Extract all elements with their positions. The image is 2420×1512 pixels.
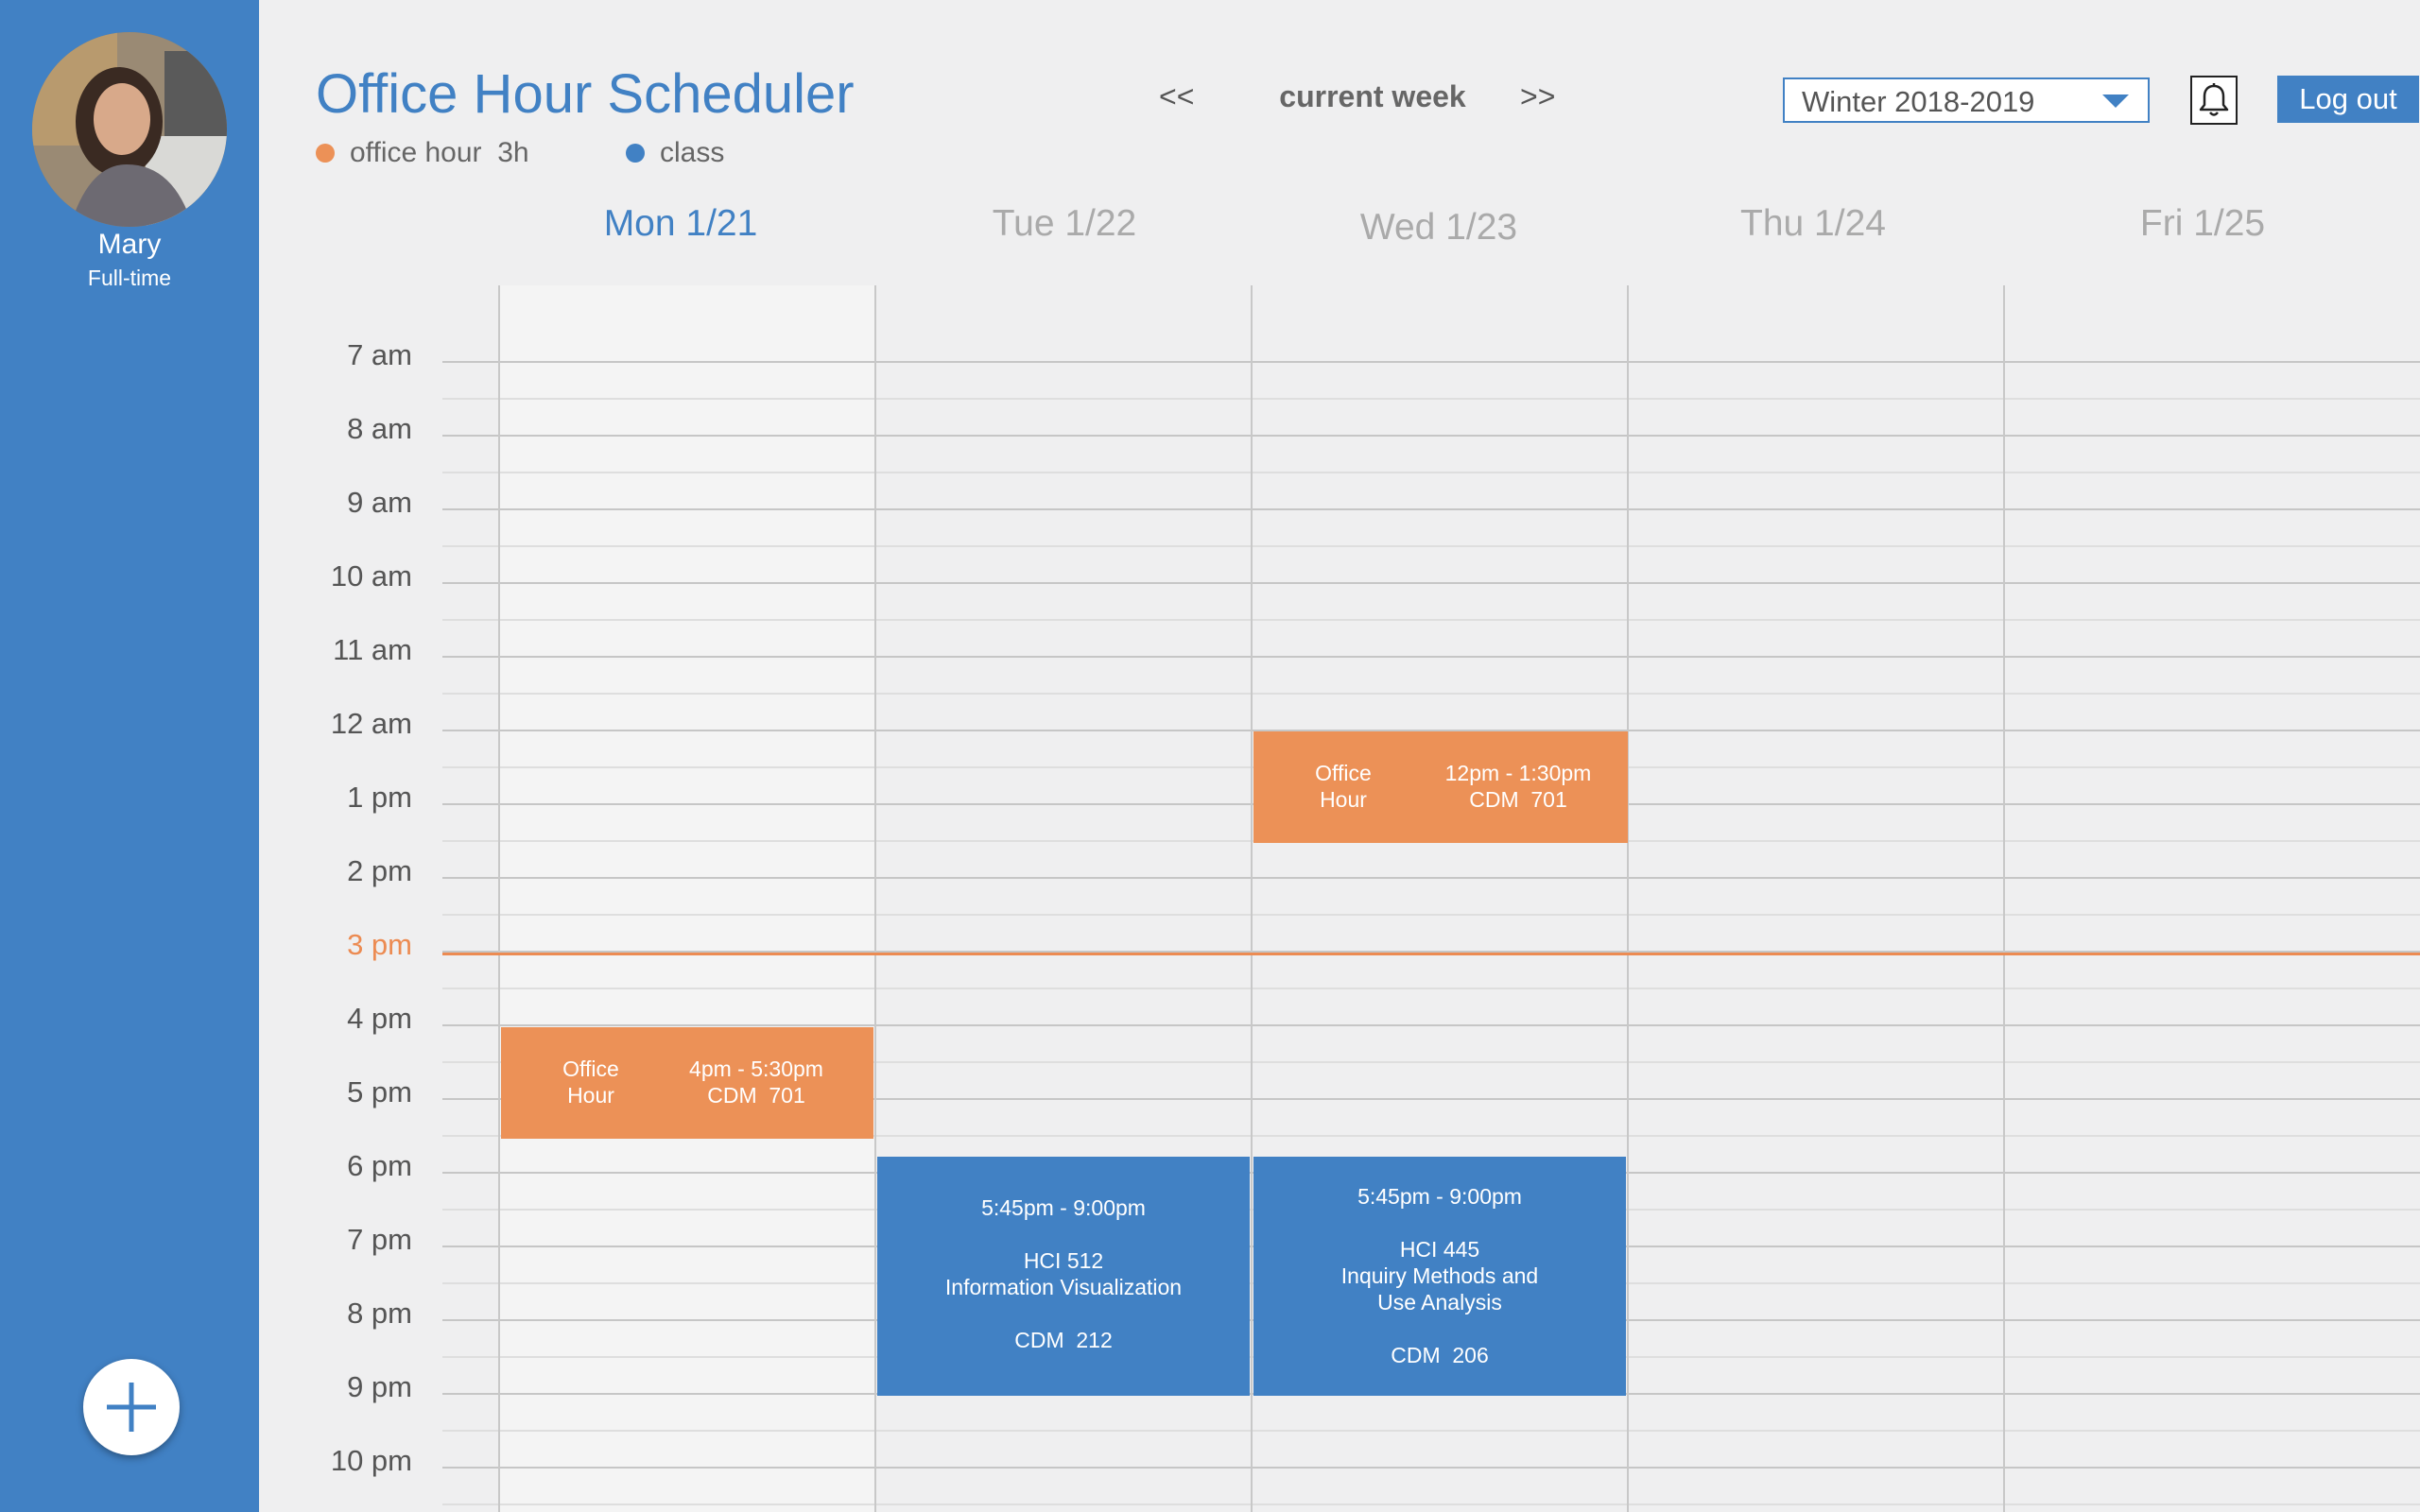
hour-gridline bbox=[442, 1467, 2420, 1469]
column-divider bbox=[2003, 285, 2005, 1512]
time-label: 2 pm bbox=[347, 854, 412, 887]
time-label: 9 pm bbox=[347, 1370, 412, 1403]
half-hour-gridline bbox=[442, 472, 2420, 473]
time-label: 10 am bbox=[330, 559, 412, 593]
column-divider bbox=[1251, 285, 1253, 1512]
current-time-line bbox=[442, 953, 2420, 955]
hour-gridline bbox=[442, 508, 2420, 510]
next-week-button[interactable]: >> bbox=[1520, 79, 1555, 114]
half-hour-gridline bbox=[442, 693, 2420, 695]
previous-week-button[interactable]: << bbox=[1159, 79, 1194, 114]
office-hour-dot bbox=[316, 144, 335, 163]
today-column bbox=[499, 285, 875, 1512]
notifications-button[interactable] bbox=[2190, 76, 2238, 125]
event-room: CDM 206 bbox=[1391, 1343, 1489, 1367]
hour-gridline bbox=[442, 656, 2420, 658]
event-time: 5:45pm - 9:00pm bbox=[981, 1195, 1146, 1220]
half-hour-gridline bbox=[442, 914, 2420, 916]
time-label: 6 pm bbox=[347, 1149, 412, 1182]
user-name: Mary bbox=[97, 229, 162, 260]
event-type-line1: Office bbox=[562, 1057, 619, 1081]
time-label: 8 am bbox=[347, 412, 412, 445]
half-hour-gridline bbox=[442, 1430, 2420, 1432]
day-header-tue[interactable]: Tue 1/22 bbox=[875, 203, 1253, 245]
event-room: CDM 701 bbox=[707, 1083, 805, 1108]
time-label: 9 am bbox=[347, 486, 412, 519]
day-header-thu[interactable]: Thu 1/24 bbox=[1624, 203, 2002, 245]
legend-office-hour: office hour 3h bbox=[316, 137, 529, 169]
event-time: 12pm - 1:30pm bbox=[1444, 761, 1592, 785]
event-course-title-cont: Use Analysis bbox=[1377, 1290, 1502, 1314]
event-course-title: Inquiry Methods and bbox=[1340, 1263, 1539, 1288]
legend-class-label: class bbox=[660, 137, 725, 168]
user-role: Full-time bbox=[87, 266, 172, 290]
event-time: 4pm - 5:30pm bbox=[689, 1057, 823, 1081]
calendar-grid: 7 am 8 am 9 am 10 am 11 am 12 am 1 pm 2 pm 3 pm 4… bbox=[259, 285, 2420, 1512]
week-label: current week bbox=[1279, 79, 1466, 113]
event-type-line2: Hour bbox=[567, 1083, 614, 1108]
legend-office-label: office hour 3h bbox=[350, 137, 529, 168]
half-hour-gridline bbox=[442, 619, 2420, 621]
time-label: 7 am bbox=[347, 338, 412, 371]
column-divider bbox=[874, 285, 876, 1512]
hour-gridline bbox=[442, 877, 2420, 879]
class-dot bbox=[626, 144, 645, 163]
time-label: 3 pm bbox=[347, 928, 412, 961]
bell-icon bbox=[2199, 83, 2229, 116]
day-header-fri[interactable]: Fri 1/25 bbox=[2014, 203, 2392, 245]
event-office-hour-wed[interactable]: Office Hour 12pm - 1:30pm CDM 701 bbox=[1253, 731, 1628, 843]
header: Office Hour Scheduler office hour 3h cla… bbox=[259, 0, 2420, 285]
hour-gridline bbox=[442, 582, 2420, 584]
legend-class: class bbox=[626, 137, 724, 169]
time-label: 8 pm bbox=[347, 1297, 412, 1330]
add-office-hour-button[interactable] bbox=[83, 1359, 180, 1455]
day-header-wed[interactable]: Wed 1/23 bbox=[1250, 207, 1628, 249]
time-label: 11 am bbox=[333, 633, 412, 666]
event-class-wed[interactable]: 5:45pm - 9:00pm HCI 445 Inquiry Methods … bbox=[1253, 1157, 1626, 1396]
time-label: 1 pm bbox=[347, 781, 412, 814]
time-label: 4 pm bbox=[347, 1002, 412, 1035]
time-label: 5 pm bbox=[347, 1075, 412, 1108]
column-divider bbox=[498, 285, 500, 1512]
event-type-line2: Hour bbox=[1320, 787, 1367, 812]
event-type-line1: Office bbox=[1315, 761, 1372, 785]
hour-gridline bbox=[442, 435, 2420, 437]
half-hour-gridline bbox=[442, 1503, 2420, 1505]
avatar-photo bbox=[32, 32, 227, 227]
hour-gridline bbox=[442, 1024, 2420, 1026]
event-room: CDM 212 bbox=[1014, 1328, 1113, 1352]
event-time: 5:45pm - 9:00pm bbox=[1357, 1184, 1522, 1209]
time-label: 10 pm bbox=[330, 1444, 412, 1477]
hour-gridline bbox=[442, 361, 2420, 363]
half-hour-gridline bbox=[442, 398, 2420, 400]
time-label: 7 pm bbox=[347, 1223, 412, 1256]
plus-icon bbox=[107, 1383, 156, 1432]
sidebar: Mary Full-time bbox=[0, 0, 259, 1512]
event-room: CDM 701 bbox=[1469, 787, 1567, 812]
caret-down-icon bbox=[2102, 94, 2129, 108]
time-label: 12 am bbox=[330, 707, 412, 740]
user-avatar[interactable] bbox=[32, 32, 227, 227]
term-select[interactable]: Winter 2018-2019 bbox=[1783, 77, 2150, 123]
half-hour-gridline bbox=[442, 988, 2420, 989]
event-class-tue[interactable]: 5:45pm - 9:00pm HCI 512 Information Visu… bbox=[877, 1157, 1250, 1396]
event-course-title: Information Visualization bbox=[944, 1275, 1183, 1299]
half-hour-gridline bbox=[442, 545, 2420, 547]
logout-button[interactable]: Log out bbox=[2277, 76, 2419, 123]
event-office-hour-mon[interactable]: Office Hour 4pm - 5:30pm CDM 701 bbox=[501, 1027, 873, 1139]
day-header-mon[interactable]: Mon 1/21 bbox=[492, 203, 870, 245]
event-course-code: HCI 445 bbox=[1399, 1237, 1480, 1262]
column-divider bbox=[1627, 285, 1629, 1512]
event-course-code: HCI 512 bbox=[1023, 1248, 1104, 1273]
term-select-value: Winter 2018-2019 bbox=[1802, 85, 2035, 118]
app-title: Office Hour Scheduler bbox=[316, 63, 855, 125]
